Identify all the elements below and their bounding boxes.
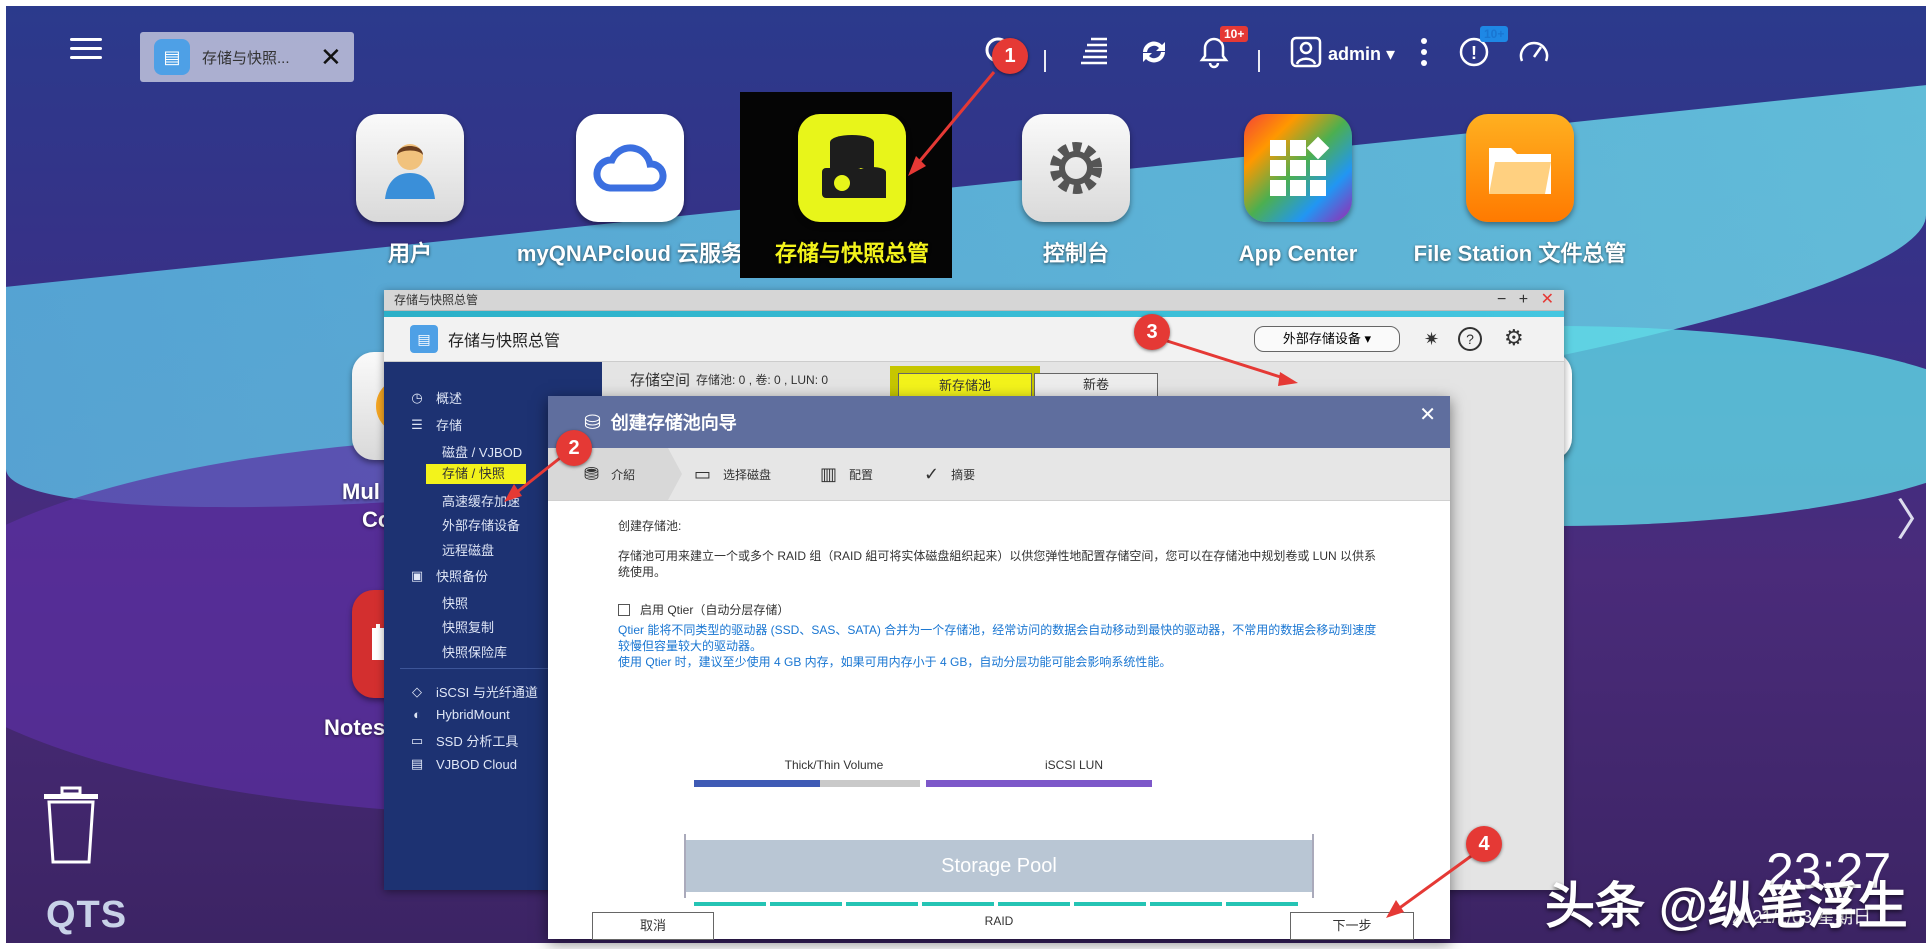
step-marker-3: 3	[1134, 314, 1170, 350]
annotation-arrow	[511, 456, 561, 498]
step-marker-4: 4	[1466, 826, 1502, 862]
arrowhead	[1386, 900, 1404, 918]
watermark: 头条 @纵笔浮生	[1545, 878, 1908, 934]
annotation-arrows	[504, 71, 1475, 918]
arrowhead	[1278, 372, 1298, 386]
annotation-arrow	[912, 71, 996, 169]
step-marker-1: 1	[992, 38, 1028, 74]
step-marker-2: 2	[556, 430, 592, 466]
annotation-arrow	[1393, 852, 1475, 914]
arrowhead	[504, 484, 522, 502]
annotation-arrow	[1163, 338, 1291, 382]
